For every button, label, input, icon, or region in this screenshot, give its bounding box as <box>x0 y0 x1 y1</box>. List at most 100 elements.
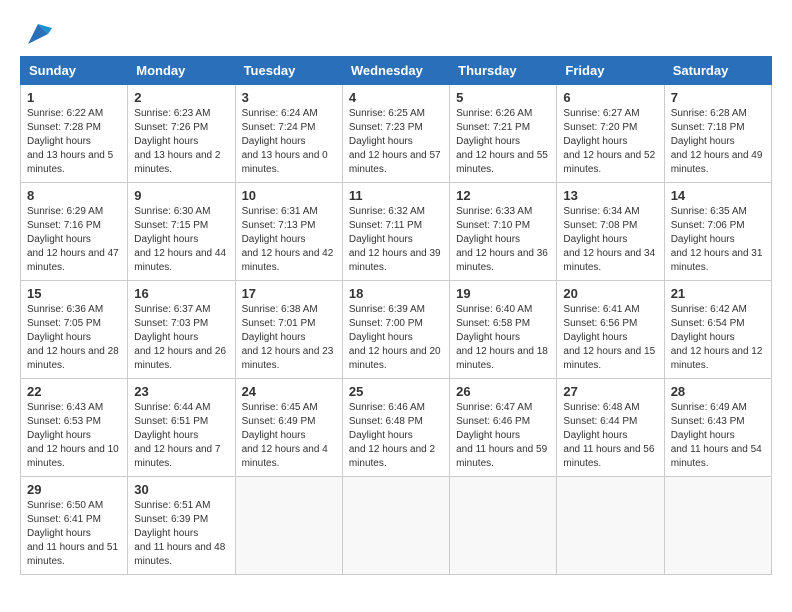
calendar-cell: 18 Sunrise: 6:39 AMSunset: 7:00 PMDaylig… <box>342 281 449 379</box>
logo-icon <box>24 20 52 48</box>
day-info: Sunrise: 6:48 AMSunset: 6:44 PMDaylight … <box>563 401 657 471</box>
day-info: Sunrise: 6:43 AMSunset: 6:53 PMDaylight … <box>27 401 121 471</box>
day-info: Sunrise: 6:40 AMSunset: 6:58 PMDaylight … <box>456 303 550 373</box>
calendar-cell: 30 Sunrise: 6:51 AMSunset: 6:39 PMDaylig… <box>128 477 235 575</box>
day-info: Sunrise: 6:34 AMSunset: 7:08 PMDaylight … <box>563 205 657 275</box>
page-header <box>20 20 772 48</box>
day-number: 26 <box>456 384 550 399</box>
day-number: 21 <box>671 286 765 301</box>
day-number: 16 <box>134 286 228 301</box>
calendar-cell: 28 Sunrise: 6:49 AMSunset: 6:43 PMDaylig… <box>664 379 771 477</box>
calendar-cell: 5 Sunrise: 6:26 AMSunset: 7:21 PMDayligh… <box>450 85 557 183</box>
day-info: Sunrise: 6:35 AMSunset: 7:06 PMDaylight … <box>671 205 765 275</box>
day-number: 17 <box>242 286 336 301</box>
day-number: 24 <box>242 384 336 399</box>
weekday-header-tuesday: Tuesday <box>235 57 342 85</box>
calendar-cell: 14 Sunrise: 6:35 AMSunset: 7:06 PMDaylig… <box>664 183 771 281</box>
calendar-cell: 9 Sunrise: 6:30 AMSunset: 7:15 PMDayligh… <box>128 183 235 281</box>
day-number: 6 <box>563 90 657 105</box>
day-number: 14 <box>671 188 765 203</box>
calendar-cell: 2 Sunrise: 6:23 AMSunset: 7:26 PMDayligh… <box>128 85 235 183</box>
calendar-cell: 22 Sunrise: 6:43 AMSunset: 6:53 PMDaylig… <box>21 379 128 477</box>
day-number: 7 <box>671 90 765 105</box>
calendar-cell: 13 Sunrise: 6:34 AMSunset: 7:08 PMDaylig… <box>557 183 664 281</box>
day-info: Sunrise: 6:46 AMSunset: 6:48 PMDaylight … <box>349 401 443 471</box>
day-info: Sunrise: 6:51 AMSunset: 6:39 PMDaylight … <box>134 499 228 569</box>
calendar-cell <box>450 477 557 575</box>
day-number: 3 <box>242 90 336 105</box>
weekday-header-thursday: Thursday <box>450 57 557 85</box>
weekday-header-sunday: Sunday <box>21 57 128 85</box>
weekday-header-wednesday: Wednesday <box>342 57 449 85</box>
day-info: Sunrise: 6:49 AMSunset: 6:43 PMDaylight … <box>671 401 765 471</box>
day-info: Sunrise: 6:47 AMSunset: 6:46 PMDaylight … <box>456 401 550 471</box>
calendar-week-row: 8 Sunrise: 6:29 AMSunset: 7:16 PMDayligh… <box>21 183 772 281</box>
calendar-cell: 23 Sunrise: 6:44 AMSunset: 6:51 PMDaylig… <box>128 379 235 477</box>
calendar-cell: 29 Sunrise: 6:50 AMSunset: 6:41 PMDaylig… <box>21 477 128 575</box>
day-info: Sunrise: 6:39 AMSunset: 7:00 PMDaylight … <box>349 303 443 373</box>
weekday-header-saturday: Saturday <box>664 57 771 85</box>
calendar-cell: 20 Sunrise: 6:41 AMSunset: 6:56 PMDaylig… <box>557 281 664 379</box>
day-number: 9 <box>134 188 228 203</box>
calendar-cell <box>557 477 664 575</box>
day-number: 27 <box>563 384 657 399</box>
calendar-cell <box>664 477 771 575</box>
day-number: 4 <box>349 90 443 105</box>
day-number: 28 <box>671 384 765 399</box>
day-number: 13 <box>563 188 657 203</box>
day-number: 10 <box>242 188 336 203</box>
day-info: Sunrise: 6:24 AMSunset: 7:24 PMDaylight … <box>242 107 336 177</box>
calendar-cell: 24 Sunrise: 6:45 AMSunset: 6:49 PMDaylig… <box>235 379 342 477</box>
day-info: Sunrise: 6:44 AMSunset: 6:51 PMDaylight … <box>134 401 228 471</box>
calendar-week-row: 15 Sunrise: 6:36 AMSunset: 7:05 PMDaylig… <box>21 281 772 379</box>
day-info: Sunrise: 6:50 AMSunset: 6:41 PMDaylight … <box>27 499 121 569</box>
calendar-cell: 6 Sunrise: 6:27 AMSunset: 7:20 PMDayligh… <box>557 85 664 183</box>
day-number: 30 <box>134 482 228 497</box>
day-info: Sunrise: 6:25 AMSunset: 7:23 PMDaylight … <box>349 107 443 177</box>
day-info: Sunrise: 6:33 AMSunset: 7:10 PMDaylight … <box>456 205 550 275</box>
day-info: Sunrise: 6:22 AMSunset: 7:28 PMDaylight … <box>27 107 121 177</box>
day-number: 5 <box>456 90 550 105</box>
day-info: Sunrise: 6:27 AMSunset: 7:20 PMDaylight … <box>563 107 657 177</box>
day-info: Sunrise: 6:26 AMSunset: 7:21 PMDaylight … <box>456 107 550 177</box>
day-number: 19 <box>456 286 550 301</box>
day-info: Sunrise: 6:28 AMSunset: 7:18 PMDaylight … <box>671 107 765 177</box>
calendar-cell: 10 Sunrise: 6:31 AMSunset: 7:13 PMDaylig… <box>235 183 342 281</box>
day-number: 29 <box>27 482 121 497</box>
calendar-cell: 26 Sunrise: 6:47 AMSunset: 6:46 PMDaylig… <box>450 379 557 477</box>
calendar-cell: 25 Sunrise: 6:46 AMSunset: 6:48 PMDaylig… <box>342 379 449 477</box>
weekday-header-monday: Monday <box>128 57 235 85</box>
calendar-week-row: 1 Sunrise: 6:22 AMSunset: 7:28 PMDayligh… <box>21 85 772 183</box>
calendar-cell: 11 Sunrise: 6:32 AMSunset: 7:11 PMDaylig… <box>342 183 449 281</box>
calendar-cell <box>342 477 449 575</box>
day-info: Sunrise: 6:23 AMSunset: 7:26 PMDaylight … <box>134 107 228 177</box>
calendar-cell: 4 Sunrise: 6:25 AMSunset: 7:23 PMDayligh… <box>342 85 449 183</box>
day-info: Sunrise: 6:42 AMSunset: 6:54 PMDaylight … <box>671 303 765 373</box>
day-info: Sunrise: 6:41 AMSunset: 6:56 PMDaylight … <box>563 303 657 373</box>
calendar-cell: 27 Sunrise: 6:48 AMSunset: 6:44 PMDaylig… <box>557 379 664 477</box>
day-number: 2 <box>134 90 228 105</box>
calendar-cell <box>235 477 342 575</box>
calendar-table: SundayMondayTuesdayWednesdayThursdayFrid… <box>20 56 772 575</box>
day-info: Sunrise: 6:30 AMSunset: 7:15 PMDaylight … <box>134 205 228 275</box>
calendar-cell: 8 Sunrise: 6:29 AMSunset: 7:16 PMDayligh… <box>21 183 128 281</box>
day-number: 11 <box>349 188 443 203</box>
day-number: 1 <box>27 90 121 105</box>
day-number: 18 <box>349 286 443 301</box>
day-number: 25 <box>349 384 443 399</box>
calendar-cell: 17 Sunrise: 6:38 AMSunset: 7:01 PMDaylig… <box>235 281 342 379</box>
day-info: Sunrise: 6:31 AMSunset: 7:13 PMDaylight … <box>242 205 336 275</box>
calendar-cell: 15 Sunrise: 6:36 AMSunset: 7:05 PMDaylig… <box>21 281 128 379</box>
calendar-cell: 7 Sunrise: 6:28 AMSunset: 7:18 PMDayligh… <box>664 85 771 183</box>
day-info: Sunrise: 6:45 AMSunset: 6:49 PMDaylight … <box>242 401 336 471</box>
day-info: Sunrise: 6:36 AMSunset: 7:05 PMDaylight … <box>27 303 121 373</box>
day-number: 15 <box>27 286 121 301</box>
calendar-cell: 1 Sunrise: 6:22 AMSunset: 7:28 PMDayligh… <box>21 85 128 183</box>
calendar-header-row: SundayMondayTuesdayWednesdayThursdayFrid… <box>21 57 772 85</box>
day-info: Sunrise: 6:37 AMSunset: 7:03 PMDaylight … <box>134 303 228 373</box>
day-number: 8 <box>27 188 121 203</box>
calendar-cell: 19 Sunrise: 6:40 AMSunset: 6:58 PMDaylig… <box>450 281 557 379</box>
calendar-cell: 21 Sunrise: 6:42 AMSunset: 6:54 PMDaylig… <box>664 281 771 379</box>
calendar-cell: 16 Sunrise: 6:37 AMSunset: 7:03 PMDaylig… <box>128 281 235 379</box>
day-info: Sunrise: 6:32 AMSunset: 7:11 PMDaylight … <box>349 205 443 275</box>
